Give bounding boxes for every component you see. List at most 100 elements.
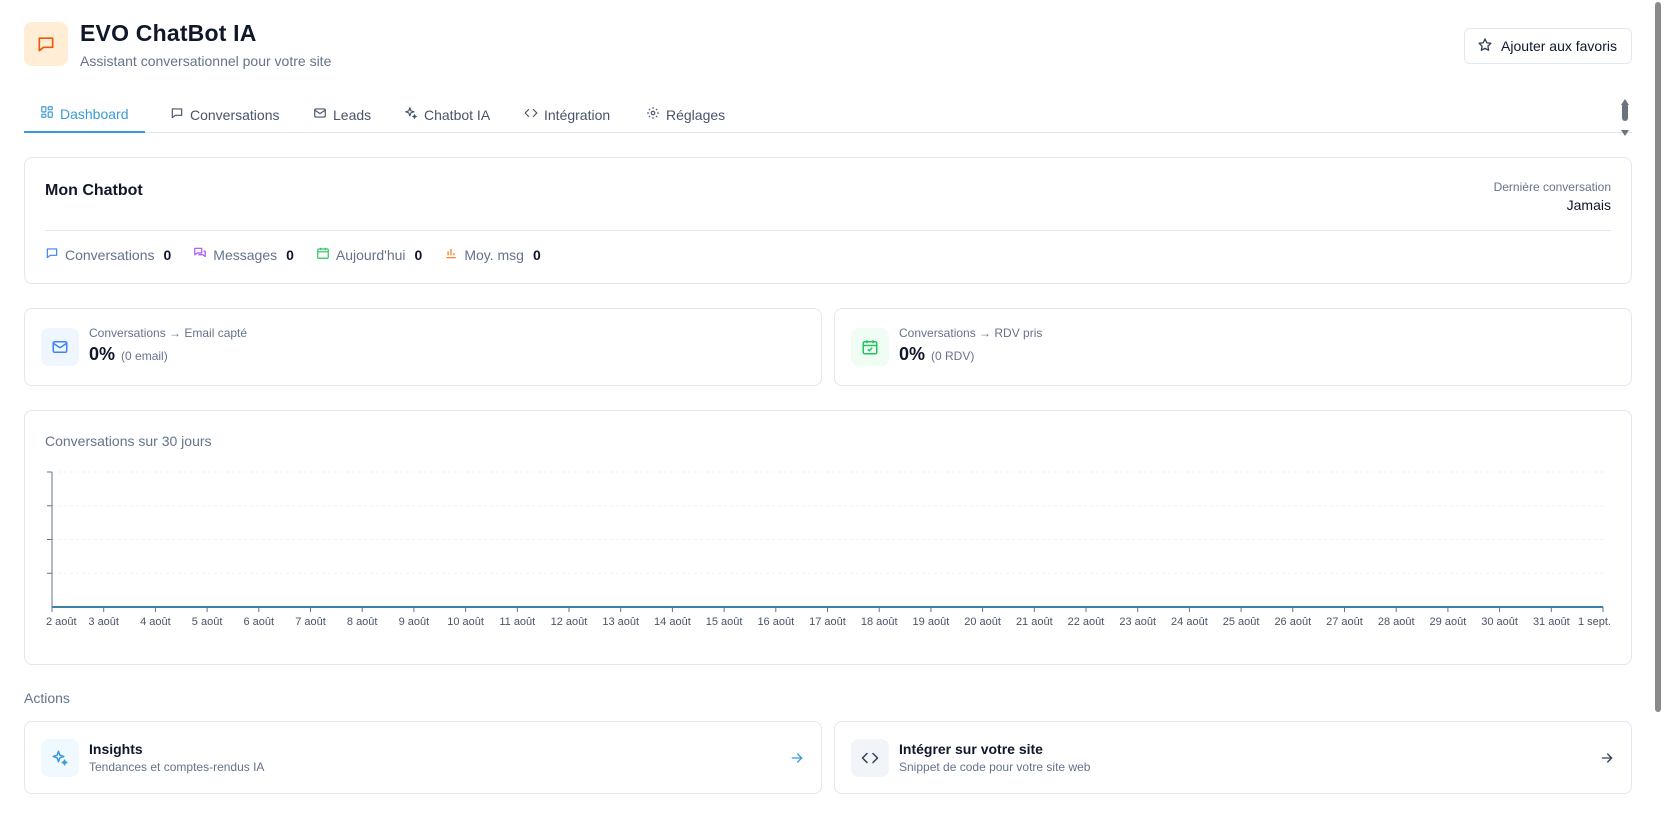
last-conversation-label: Dernière conversation <box>1493 180 1611 194</box>
x-tick-label: 15 août <box>706 616 743 628</box>
x-tick-label: 11 août <box>499 616 535 628</box>
x-tick-label: 30 août <box>1481 616 1518 628</box>
arrow-right-icon <box>1599 750 1615 771</box>
kpi-value: 0% <box>89 344 116 364</box>
code-icon <box>851 739 889 777</box>
chart-card: Conversations sur 30 jours 2 août 3 août 4… <box>24 410 1632 665</box>
x-tick-label: 26 août <box>1274 616 1311 628</box>
bot-name: Mon Chatbot <box>45 182 143 199</box>
x-tick-label: 2 août <box>46 616 77 628</box>
x-tick-label: 23 août <box>1119 616 1156 628</box>
add-favorite-label: Ajouter aux favoris <box>1501 38 1617 54</box>
last-conversation-value: Jamais <box>1566 197 1611 213</box>
x-tick-label: 31 août <box>1533 616 1570 628</box>
kpi-value-row: 0% (0 email) <box>89 344 168 365</box>
x-tick-label: 24 août <box>1171 616 1208 628</box>
actions-title: Actions <box>24 690 70 706</box>
kpi-label: Conversations → Email capté <box>89 326 248 340</box>
action-desc: Tendances et comptes-rendus IA <box>89 760 265 774</box>
x-tick-label: 28 août <box>1378 616 1415 628</box>
tab-label: Leads <box>333 106 372 123</box>
x-tick-label: 21 août <box>1016 616 1053 628</box>
x-tick-label: 29 août <box>1430 616 1467 628</box>
bot-stats: Conversations 0 Messages 0 Aujourd'hui 0 <box>45 246 541 263</box>
stat-value: 0 <box>163 246 172 263</box>
x-tick-label: 3 août <box>88 616 119 628</box>
x-tick-label: 5 août <box>192 616 223 628</box>
bot-summary-card: Mon Chatbot Dernière conversation Jamais… <box>24 157 1632 284</box>
kpi-sub: (0 RDV) <box>931 349 975 363</box>
tab-dashboard[interactable]: Dashboard <box>24 96 145 133</box>
arrow-right-icon <box>789 750 805 771</box>
stat-value: 0 <box>532 246 541 263</box>
x-tick-label: 19 août <box>913 616 950 628</box>
kpi-rdv-card: Conversations → RDV pris 0% (0 RDV) <box>834 308 1632 386</box>
dashboard-icon <box>40 105 54 122</box>
sparkles-icon <box>404 106 418 123</box>
tab-label: Réglages <box>666 106 726 123</box>
x-tick-label: 10 août <box>447 616 484 628</box>
chart-title: Conversations sur 30 jours <box>45 433 212 449</box>
page-scrollbar[interactable] <box>1655 2 1661 712</box>
star-icon <box>1477 37 1493 56</box>
messages-icon <box>193 246 207 263</box>
stat-label: Aujourd'hui <box>335 246 406 263</box>
app-header: EVO ChatBot IA Assistant conversationnel… <box>24 20 1632 76</box>
kpi-value-row: 0% (0 RDV) <box>899 344 974 365</box>
tab-conversations[interactable]: Conversations <box>154 96 296 133</box>
calendar-check-icon <box>851 328 889 366</box>
x-tick-label: 20 août <box>964 616 1001 628</box>
stat-avg-messages: Moy. msg 0 <box>444 246 541 263</box>
app-subtitle: Assistant conversationnel pour votre sit… <box>80 53 332 69</box>
tab-label: Conversations <box>190 106 280 123</box>
x-tick-label: 18 août <box>861 616 898 628</box>
x-tick-label: 22 août <box>1068 616 1105 628</box>
stat-label: Messages <box>213 246 278 263</box>
tab-settings[interactable]: Réglages <box>630 96 741 133</box>
kpi-value: 0% <box>899 344 926 364</box>
gear-icon <box>646 106 660 123</box>
x-tick-label: 4 août <box>140 616 171 628</box>
sparkles-icon <box>41 739 79 777</box>
kpi-label: Conversations → RDV pris <box>899 326 1043 340</box>
x-tick-label: 6 août <box>244 616 275 628</box>
mail-icon <box>41 328 79 366</box>
x-tick-label: 8 août <box>347 616 378 628</box>
x-tick-label: 25 août <box>1223 616 1260 628</box>
x-tick-label: 7 août <box>295 616 326 628</box>
stat-label: Conversations <box>65 246 155 263</box>
tab-chatbot-ia[interactable]: Chatbot IA <box>388 96 506 133</box>
divider <box>45 230 1611 231</box>
code-icon <box>524 106 538 123</box>
conversations-chart: 2 août 3 août 4 août 5 août 6 août 7 août 8 ao… <box>46 471 1611 628</box>
app-title: EVO ChatBot IA <box>80 20 257 46</box>
tabs-scroll-down-icon[interactable] <box>1620 124 1630 142</box>
x-tick-label: 12 août <box>551 616 588 628</box>
action-desc: Snippet de code pour votre site web <box>899 760 1091 774</box>
bar-chart-icon <box>444 246 458 263</box>
integrate-action-card[interactable]: Intégrer sur votre site Snippet de code … <box>834 721 1632 794</box>
x-tick-label: 9 août <box>399 616 430 628</box>
x-tick-label: 1 sept. <box>1578 616 1611 628</box>
chat-icon <box>170 106 184 123</box>
kpi-email-card: Conversations → Email capté 0% (0 email) <box>24 308 822 386</box>
tab-bar: Dashboard Conversations Leads Chatbot IA… <box>24 96 1632 133</box>
kpi-sub: (0 email) <box>121 349 168 363</box>
tab-label: Dashboard <box>60 105 129 122</box>
calendar-icon <box>316 246 330 263</box>
insights-action-card[interactable]: Insights Tendances et comptes-rendus IA <box>24 721 822 794</box>
stat-value: 0 <box>414 246 423 263</box>
x-tick-label: 16 août <box>757 616 794 628</box>
x-tick-label: 13 août <box>602 616 639 628</box>
tab-integration[interactable]: Intégration <box>508 96 626 133</box>
action-title: Intégrer sur votre site <box>899 741 1043 757</box>
tab-leads[interactable]: Leads <box>297 96 387 133</box>
mail-icon <box>313 106 327 123</box>
action-title: Insights <box>89 741 143 757</box>
add-favorite-button[interactable]: Ajouter aux favoris <box>1464 28 1632 64</box>
stat-messages: Messages 0 <box>193 246 294 263</box>
chat-icon <box>24 22 68 66</box>
stat-today: Aujourd'hui 0 <box>316 246 422 263</box>
tabs-scrollbar-thumb[interactable] <box>1622 103 1628 121</box>
stat-value: 0 <box>286 246 294 263</box>
